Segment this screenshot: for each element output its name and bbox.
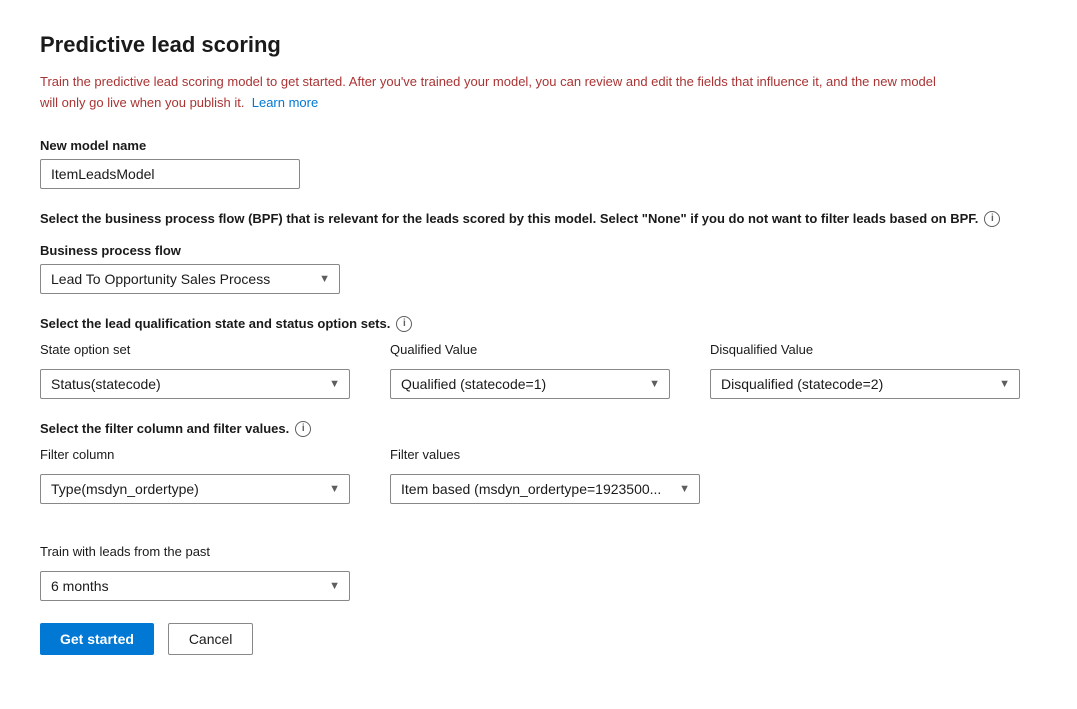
months-dropdown[interactable]: 6 months 3 months 12 months bbox=[40, 571, 350, 601]
qualified-dropdown[interactable]: Qualified (statecode=1) bbox=[390, 369, 670, 399]
qualified-field-group: Qualified Value Qualified (statecode=1) … bbox=[390, 342, 670, 399]
disqualified-field-group: Disqualified Value Disqualified (stateco… bbox=[710, 342, 1020, 399]
page-title: Predictive lead scoring bbox=[40, 32, 1037, 58]
model-name-input[interactable] bbox=[40, 159, 300, 189]
months-field-group: Train with leads from the past 6 months … bbox=[40, 544, 350, 601]
description-text: Train the predictive lead scoring model … bbox=[40, 74, 936, 110]
state-field-group: State option set Status(statecode) ▼ bbox=[40, 342, 350, 399]
filter-val-dropdown[interactable]: Item based (msdyn_ordertype=1923500... bbox=[390, 474, 700, 504]
disqualified-label: Disqualified Value bbox=[710, 342, 1020, 357]
qualified-label: Qualified Value bbox=[390, 342, 670, 357]
filter-val-field-group: Filter values Item based (msdyn_ordertyp… bbox=[390, 447, 700, 504]
filter-col-label: Filter column bbox=[40, 447, 350, 462]
filter-val-label: Filter values bbox=[390, 447, 700, 462]
filter-col-dropdown[interactable]: Type(msdyn_ordertype) bbox=[40, 474, 350, 504]
learn-more-link[interactable]: Learn more bbox=[252, 95, 318, 110]
bpf-dropdown[interactable]: Lead To Opportunity Sales Process None bbox=[40, 264, 340, 294]
filter-col-field-group: Filter column Type(msdyn_ordertype) ▼ bbox=[40, 447, 350, 504]
qualification-instruction: Select the lead qualification state and … bbox=[40, 316, 1037, 332]
state-dropdown[interactable]: Status(statecode) bbox=[40, 369, 350, 399]
bpf-label: Business process flow bbox=[40, 243, 1037, 258]
bpf-info-icon: i bbox=[984, 211, 1000, 227]
state-label: State option set bbox=[40, 342, 350, 357]
bpf-instruction: Select the business process flow (BPF) t… bbox=[40, 211, 1030, 227]
filter-instruction: Select the filter column and filter valu… bbox=[40, 421, 1037, 437]
disqualified-dropdown[interactable]: Disqualified (statecode=2) bbox=[710, 369, 1020, 399]
filter-info-icon: i bbox=[295, 421, 311, 437]
model-name-label: New model name bbox=[40, 138, 1037, 153]
months-label: Train with leads from the past bbox=[40, 544, 350, 559]
qualification-info-icon: i bbox=[396, 316, 412, 332]
get-started-button[interactable]: Get started bbox=[40, 623, 154, 655]
cancel-button[interactable]: Cancel bbox=[168, 623, 254, 655]
page-description: Train the predictive lead scoring model … bbox=[40, 72, 940, 114]
